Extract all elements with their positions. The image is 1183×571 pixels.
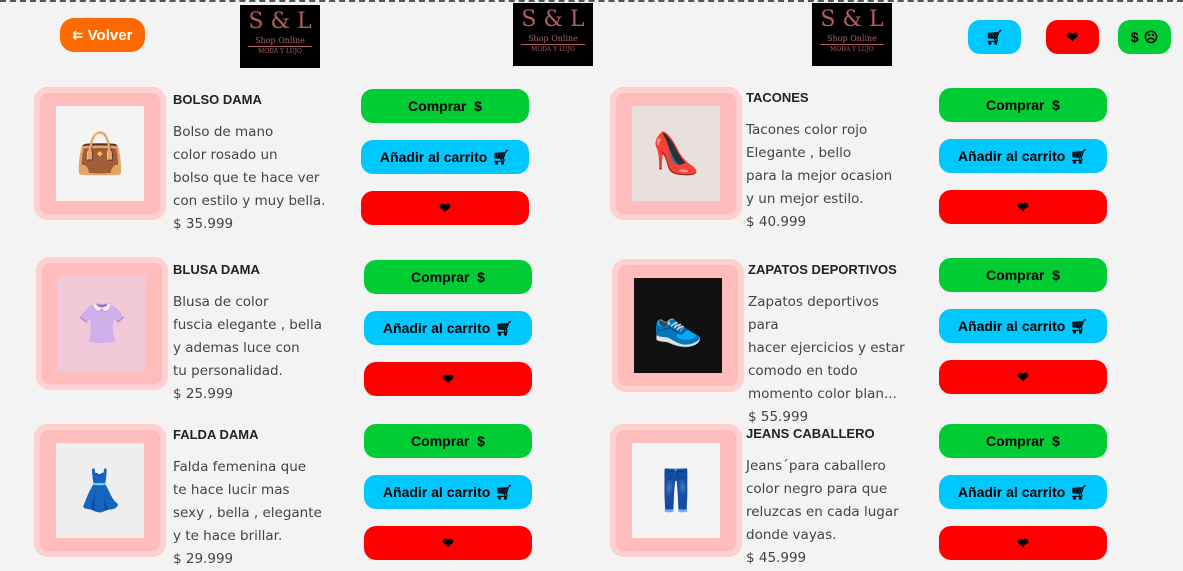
desc-line: te hace lucir mas xyxy=(173,482,290,498)
buy-button[interactable]: Comprar $ xyxy=(939,258,1107,292)
heart-icon: ❤ xyxy=(1017,368,1029,385)
back-button[interactable]: ⇇ Volver xyxy=(60,18,145,52)
product-image-frame: 👖 xyxy=(610,424,742,557)
logo: S & L Shop Online MODA Y LUJO xyxy=(812,3,892,66)
product-image-frame: 👜 xyxy=(34,87,166,220)
add-to-cart-button[interactable]: Añadir al carrito 🛒︎ xyxy=(939,475,1107,509)
desc-line: fuscia elegante , bella xyxy=(173,317,322,333)
desc-line: bolso que te hace ver xyxy=(173,170,320,186)
money-face-icon: ☹ xyxy=(1143,28,1159,45)
product-image: 👖 xyxy=(632,443,720,538)
desc-line: y te hace brillar. xyxy=(173,528,283,544)
desc-line: color negro para que xyxy=(746,481,888,497)
desc-line: comodo en todo xyxy=(748,363,858,379)
heart-icon: ❤ xyxy=(1017,198,1029,215)
desc-line: Jeans´para caballero xyxy=(746,458,886,474)
cart-icon: 🛒︎ xyxy=(1070,483,1089,500)
product-image-frame: 👠 xyxy=(610,87,742,220)
buy-button[interactable]: Comprar $ xyxy=(364,424,532,458)
product-title: BOLSO DAMA xyxy=(173,92,262,107)
product-title: BLUSA DAMA xyxy=(173,262,260,277)
back-arrow-icon: ⇇ xyxy=(72,28,83,42)
heart-icon: ❤ xyxy=(1017,534,1029,551)
desc-line: sexy , bella , elegante xyxy=(173,505,322,521)
product-description: Tacones color rojo Elegante , bello para l… xyxy=(746,119,911,234)
desc-line: color rosado un xyxy=(173,147,278,163)
desc-line: y un mejor estilo. xyxy=(746,191,864,207)
favorite-button[interactable]: ❤ xyxy=(361,191,529,225)
favorites-button[interactable]: ❤ xyxy=(1046,20,1099,54)
add-to-cart-button[interactable]: Añadir al carrito 🛒︎ xyxy=(939,139,1107,173)
product-image-frame: 👗 xyxy=(34,424,166,557)
product-image: 👠 xyxy=(632,106,720,201)
add-to-cart-button[interactable]: Añadir al carrito 🛒︎ xyxy=(361,140,529,174)
product-description: Bolso de mano color rosado un bolso que te… xyxy=(173,121,338,236)
buy-button[interactable]: Comprar $ xyxy=(939,424,1107,458)
add-to-cart-button[interactable]: Añadir al carrito 🛒︎ xyxy=(364,311,532,345)
add-to-cart-button[interactable]: Añadir al carrito 🛒︎ xyxy=(364,475,532,509)
product-image: 👚 xyxy=(58,276,146,371)
product-title: JEANS CABALLERO xyxy=(746,426,875,441)
desc-line: para la mejor ocasion xyxy=(746,168,893,184)
product-title: TACONES xyxy=(746,90,809,105)
cart-icon: 🛒︎ xyxy=(1070,147,1089,164)
product-description: Zapatos deportivos para hacer ejercicios … xyxy=(748,291,913,429)
heart-icon: ❤ xyxy=(442,534,454,551)
favorite-button[interactable]: ❤ xyxy=(364,526,532,560)
logo: S & L Shop Online MODA Y LUJO xyxy=(513,3,593,66)
cart-icon: 🛒︎ xyxy=(495,319,514,336)
favorite-button[interactable]: ❤ xyxy=(939,190,1107,224)
cart-icon: 🛒︎ xyxy=(985,28,1004,45)
desc-line: tu personalidad. xyxy=(173,363,283,379)
cart-icon: 🛒︎ xyxy=(492,148,511,165)
product-price: $ 25.999 xyxy=(173,386,234,402)
desc-line: Falda femenina que xyxy=(173,459,307,475)
favorite-button[interactable]: ❤ xyxy=(939,526,1107,560)
buy-button[interactable]: Comprar $ xyxy=(364,260,532,294)
desc-line: y ademas luce con xyxy=(173,340,300,356)
desc-line: momento color blan... xyxy=(748,386,897,402)
heart-icon: ❤ xyxy=(439,199,451,216)
cart-icon: 🛒︎ xyxy=(1070,317,1089,334)
desc-line: Zapatos deportivos para xyxy=(748,294,879,333)
favorite-button[interactable]: ❤ xyxy=(364,362,532,396)
buy-button[interactable]: Comprar $ xyxy=(939,88,1107,122)
product-description: Blusa de color fuscia elegante , bella y a… xyxy=(173,291,338,406)
product-price: $ 45.999 xyxy=(746,550,807,566)
desc-line: Bolso de mano xyxy=(173,124,274,140)
favorite-button[interactable]: ❤ xyxy=(939,360,1107,394)
product-price: $ 35.999 xyxy=(173,216,234,232)
heart-icon: ❤ xyxy=(1066,28,1079,45)
product-price: $ 40.999 xyxy=(746,214,807,230)
cart-button[interactable]: 🛒︎ xyxy=(968,20,1021,54)
money-button[interactable]: $ ☹ xyxy=(1118,20,1171,54)
desc-line: Elegante , bello xyxy=(746,145,852,161)
cart-icon: 🛒︎ xyxy=(495,483,514,500)
product-description: Jeans´para caballero color negro para que… xyxy=(746,455,911,570)
product-description: Falda femenina que te hace lucir mas sexy … xyxy=(173,456,338,571)
product-image: 👜 xyxy=(56,106,144,201)
logo: S & L Shop Online MODA Y LUJO xyxy=(240,5,320,68)
product-image: 👟 xyxy=(634,278,722,373)
desc-line: Blusa de color xyxy=(173,294,269,310)
buy-button[interactable]: Comprar $ xyxy=(361,89,529,123)
product-image-frame: 👟 xyxy=(612,259,744,392)
desc-line: hacer ejercicios y estar xyxy=(748,340,905,356)
desc-line: Tacones color rojo xyxy=(746,122,868,138)
product-title: FALDA DAMA xyxy=(173,427,259,442)
product-image: 👗 xyxy=(56,443,144,538)
heart-icon: ❤ xyxy=(442,370,454,387)
desc-line: donde vayas. xyxy=(746,527,837,543)
desc-line: con estilo y muy bella. xyxy=(173,193,326,209)
desc-line: reluzcas en cada lugar xyxy=(746,504,899,520)
product-image-frame: 👚 xyxy=(36,257,168,390)
add-to-cart-button[interactable]: Añadir al carrito 🛒︎ xyxy=(939,309,1107,343)
product-title: ZAPATOS DEPORTIVOS xyxy=(748,262,897,277)
